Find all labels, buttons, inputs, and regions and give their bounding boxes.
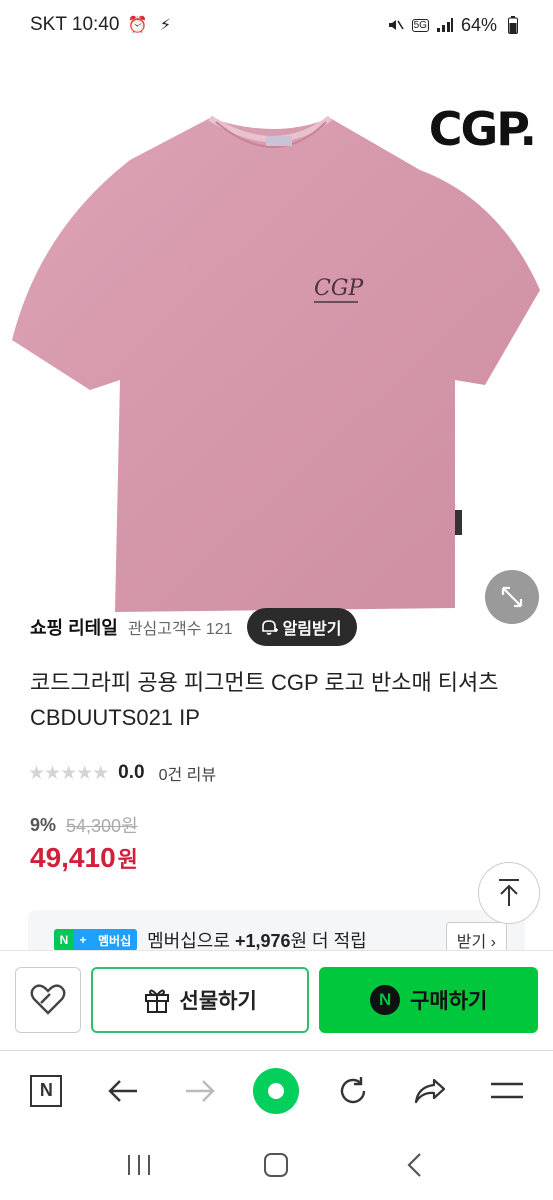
wishlist-button[interactable] xyxy=(15,966,81,1033)
green-dot-button[interactable] xyxy=(249,1064,303,1118)
home-button[interactable] xyxy=(249,1138,303,1192)
mute-icon xyxy=(386,15,406,35)
buy-button[interactable]: N 구매하기 xyxy=(319,966,538,1033)
recent-apps-button[interactable] xyxy=(112,1138,166,1192)
original-price: 54,300원 xyxy=(66,816,138,836)
price-row: 49,410 원 xyxy=(30,842,138,874)
badge-text: 멤버십 xyxy=(92,929,138,951)
menu-button[interactable] xyxy=(480,1064,534,1118)
gift-label: 선물하기 xyxy=(179,989,257,1013)
carrier-time: SKT 10:40 xyxy=(30,14,120,35)
signal-icon xyxy=(435,15,455,35)
arrow-left-icon xyxy=(108,1079,138,1102)
naver-plus-badge: N + 멤버십 xyxy=(54,929,138,951)
browser-toolbar: N xyxy=(0,1050,553,1130)
network-label: 5G xyxy=(411,18,429,32)
buy-label: 구매하기 xyxy=(410,989,488,1013)
purchase-bar: 선물하기 N 구매하기 xyxy=(0,950,553,1048)
naver-home-button[interactable]: N xyxy=(19,1064,73,1118)
flash-icon: ⚡ xyxy=(159,17,172,34)
review-count: 0건 리뷰 xyxy=(158,767,217,784)
naver-n-icon: N xyxy=(30,1074,63,1107)
refresh-button[interactable] xyxy=(326,1064,380,1118)
status-bar: SKT 10:40 ⏰ ⚡ 5G 64% xyxy=(0,0,553,50)
gift-icon xyxy=(144,989,169,1013)
battery-icon xyxy=(503,15,523,35)
green-dot-icon xyxy=(253,1067,300,1114)
android-nav-bar xyxy=(0,1130,553,1200)
seller-row: 쇼핑 리테일 관심고객수 121 알림받기 xyxy=(30,608,358,646)
back-button[interactable] xyxy=(96,1064,150,1118)
sale-price: 49,410 xyxy=(30,842,116,873)
rating-stars: ★★★★★ xyxy=(28,762,109,784)
home-icon xyxy=(264,1153,289,1177)
membership-points: +1,976 xyxy=(234,931,291,951)
discount-rate: 9% xyxy=(30,814,57,835)
alarm-button[interactable]: 알림받기 xyxy=(246,608,358,646)
share-icon xyxy=(414,1078,445,1103)
seller-favorite-count: 관심고객수 121 xyxy=(127,621,233,638)
hamburger-menu-icon xyxy=(490,1082,523,1098)
share-button[interactable] xyxy=(403,1064,457,1118)
price-unit: 원 xyxy=(117,847,138,872)
rating-score: 0.0 xyxy=(118,762,145,783)
bell-plus-icon xyxy=(261,620,278,635)
chevron-left-icon xyxy=(407,1153,421,1177)
battery-level: 64% xyxy=(460,14,497,35)
product-title: 코드그라피 공용 피그먼트 CGP 로고 반소매 티셔츠 CBDUUTS021 … xyxy=(30,670,499,730)
alarm-label: 알림받기 xyxy=(282,621,342,638)
membership-prefix: 멤버십으로 xyxy=(147,931,235,951)
heart-icon xyxy=(30,983,66,1015)
product-image-area[interactable]: CGP. CGP xyxy=(0,50,553,624)
seller-name[interactable]: 쇼핑 리테일 xyxy=(30,614,118,640)
rating-row[interactable]: ★★★★★ 0.0 0건 리뷰 xyxy=(28,760,216,786)
expand-icon xyxy=(501,586,523,608)
expand-image-button[interactable] xyxy=(485,570,539,624)
arrow-right-icon xyxy=(185,1079,215,1102)
forward-button[interactable] xyxy=(173,1064,227,1118)
refresh-icon xyxy=(340,1076,366,1103)
naver-pay-icon: N xyxy=(370,984,401,1015)
scroll-top-button[interactable] xyxy=(478,862,540,924)
product-image: CGP xyxy=(12,115,540,612)
alarm-clock-icon: ⏰ xyxy=(127,17,148,34)
badge-n: N xyxy=(54,929,74,951)
system-back-button[interactable] xyxy=(387,1138,441,1192)
gift-button[interactable]: 선물하기 xyxy=(90,966,310,1033)
arrow-up-icon xyxy=(499,879,519,906)
recent-apps-icon xyxy=(127,1155,150,1175)
discount-row: 9% 54,300원 xyxy=(30,812,138,838)
membership-suffix: 원 더 적립 xyxy=(290,931,367,951)
badge-plus: + xyxy=(74,929,92,951)
shirt-logo: CGP xyxy=(314,276,364,301)
